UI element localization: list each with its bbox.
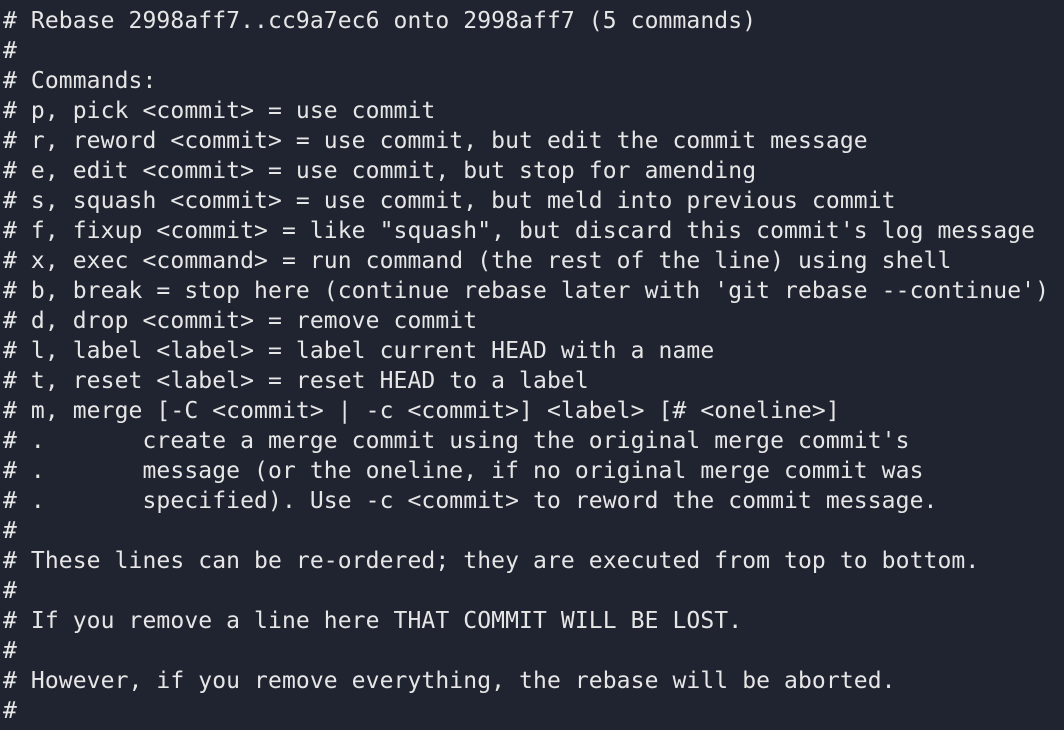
editor-line[interactable]: # xyxy=(3,36,1064,66)
editor-line[interactable]: # p, pick <commit> = use commit xyxy=(3,96,1064,126)
editor-line[interactable]: # l, label <label> = label current HEAD … xyxy=(3,336,1064,366)
editor-line[interactable]: # s, squash <commit> = use commit, but m… xyxy=(3,186,1064,216)
editor-line[interactable]: # f, fixup <commit> = like "squash", but… xyxy=(3,216,1064,246)
editor-line[interactable]: # Rebase 2998aff7..cc9a7ec6 onto 2998aff… xyxy=(3,6,1064,36)
editor-line[interactable]: # These lines can be re-ordered; they ar… xyxy=(3,546,1064,576)
editor-line[interactable]: # t, reset <label> = reset HEAD to a lab… xyxy=(3,366,1064,396)
editor-line[interactable]: # e, edit <commit> = use commit, but sto… xyxy=(3,156,1064,186)
terminal-editor[interactable]: # Rebase 2998aff7..cc9a7ec6 onto 2998aff… xyxy=(0,0,1064,730)
editor-line[interactable]: # . create a merge commit using the orig… xyxy=(3,426,1064,456)
editor-line[interactable]: # x, exec <command> = run command (the r… xyxy=(3,246,1064,276)
editor-line[interactable]: # xyxy=(3,696,1064,726)
editor-line[interactable]: # r, reword <commit> = use commit, but e… xyxy=(3,126,1064,156)
editor-line[interactable]: # b, break = stop here (continue rebase … xyxy=(3,276,1064,306)
editor-line[interactable]: # . message (or the oneline, if no origi… xyxy=(3,456,1064,486)
editor-line[interactable]: # xyxy=(3,636,1064,666)
editor-line[interactable]: # xyxy=(3,516,1064,546)
editor-line[interactable]: # d, drop <commit> = remove commit xyxy=(3,306,1064,336)
editor-line[interactable]: # xyxy=(3,576,1064,606)
editor-line[interactable]: # m, merge [-C <commit> | -c <commit>] <… xyxy=(3,396,1064,426)
editor-line[interactable]: # If you remove a line here THAT COMMIT … xyxy=(3,606,1064,636)
editor-line[interactable]: # However, if you remove everything, the… xyxy=(3,666,1064,696)
editor-line[interactable]: # Commands: xyxy=(3,66,1064,96)
editor-line[interactable]: # . specified). Use -c <commit> to rewor… xyxy=(3,486,1064,516)
